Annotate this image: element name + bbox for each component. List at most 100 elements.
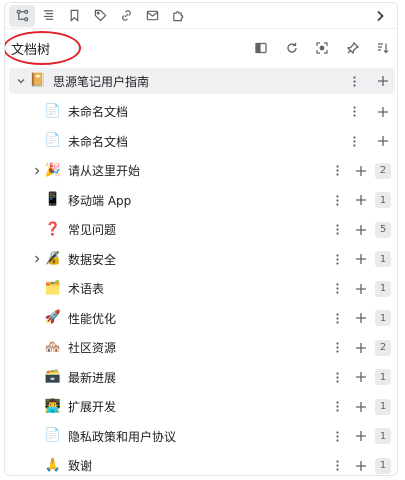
doc-row[interactable]: 🏘️ 社区资源 2 [9, 333, 395, 363]
tab-backlink[interactable] [113, 5, 139, 27]
chevron-down-icon [17, 79, 25, 84]
chevron-right-icon [35, 167, 40, 175]
tab-outline[interactable] [9, 4, 35, 27]
doc-row[interactable]: 🗂️ 术语表 1 [9, 274, 395, 304]
add-doc-button[interactable] [354, 282, 368, 296]
add-doc-button[interactable] [354, 400, 368, 414]
more-button[interactable] [332, 222, 342, 238]
doc-icon: 🗃️ [44, 369, 62, 385]
file-tree-panel: 文档树 📔 思源笔记用户指南 📄 未命名文档 📄 未命名文档 🎉 请从这里开始 … [4, 2, 398, 476]
refresh-button[interactable] [285, 41, 299, 55]
more-vertical-icon [335, 431, 339, 442]
add-doc-button[interactable] [354, 252, 368, 266]
more-vertical-icon [335, 401, 339, 412]
chevron-right-icon [377, 10, 384, 22]
doc-row[interactable]: 🚀 性能优化 1 [9, 304, 395, 334]
doc-icon: 📱 [44, 192, 62, 208]
tab-plugin[interactable] [165, 5, 191, 27]
doc-row[interactable]: 🔏 数据安全 1 [9, 245, 395, 275]
add-doc-button[interactable] [354, 429, 368, 443]
add-doc-button[interactable] [354, 164, 368, 178]
focus-icon [316, 42, 328, 54]
doc-row[interactable]: 📱 移动端 App 1 [9, 186, 395, 216]
plus-icon [356, 195, 366, 206]
more-button[interactable] [332, 163, 342, 179]
more-vertical-icon [335, 254, 339, 265]
plus-icon [356, 313, 366, 324]
pin-button[interactable] [346, 41, 360, 55]
more-button[interactable] [332, 310, 342, 326]
doc-row[interactable]: 🙏 致谢 1 [9, 451, 395, 475]
document-tree: 📔 思源笔记用户指南 📄 未命名文档 📄 未命名文档 🎉 请从这里开始 2 📱 … [9, 68, 395, 475]
doc-row[interactable]: ❓ 常见问题 5 [9, 215, 395, 245]
tab-tag[interactable] [87, 5, 113, 27]
more-button[interactable] [349, 133, 359, 149]
focus-button[interactable] [315, 41, 329, 55]
doc-row[interactable]: 📄 未命名文档 [9, 127, 395, 157]
more-vertical-icon [335, 224, 339, 235]
more-button[interactable] [332, 281, 342, 297]
add-doc-button[interactable] [354, 193, 368, 207]
more-button[interactable] [349, 73, 359, 89]
more-button[interactable] [332, 340, 342, 356]
child-count-badge: 1 [375, 428, 391, 445]
doc-label: 常见问题 [68, 223, 117, 238]
add-doc-button[interactable] [354, 223, 368, 237]
sort-button[interactable] [376, 41, 390, 55]
add-doc-button[interactable] [354, 311, 368, 325]
notebook-row[interactable]: 📔 思源笔记用户指南 [9, 68, 395, 94]
more-vertical-icon [335, 283, 339, 294]
expand-toggle[interactable] [32, 166, 42, 176]
doc-label: 性能优化 [68, 311, 117, 326]
doc-icon: 📄 [44, 103, 62, 119]
plus-icon [356, 372, 366, 383]
add-doc-button[interactable] [354, 370, 368, 384]
child-count-badge: 5 [375, 221, 391, 238]
doc-icon: 🏘️ [44, 339, 62, 355]
notebook-label: 思源笔记用户指南 [53, 74, 150, 89]
doc-label: 术语表 [68, 282, 105, 297]
doc-row[interactable]: 📄 未命名文档 [9, 97, 395, 127]
doc-label: 数据安全 [68, 252, 117, 267]
more-vertical-icon [335, 372, 339, 383]
plus-icon [378, 106, 388, 117]
doc-row[interactable]: 🎉 请从这里开始 2 [9, 156, 395, 186]
highlight-annotation [5, 31, 81, 65]
add-doc-button[interactable] [376, 134, 390, 148]
doc-label: 隐私政策和用户协议 [68, 429, 177, 444]
mail-icon [146, 10, 158, 21]
more-button[interactable] [332, 428, 342, 444]
plus-icon [356, 224, 366, 235]
plus-icon [356, 401, 366, 412]
more-button[interactable] [349, 104, 359, 120]
child-count-badge: 1 [375, 192, 391, 209]
tag-icon [94, 9, 106, 22]
more-vertical-icon [352, 75, 356, 87]
collapse-panel-button[interactable] [254, 41, 268, 55]
add-doc-button[interactable] [376, 74, 390, 88]
tab-inbox[interactable] [139, 5, 165, 27]
doc-row[interactable]: 🗃️ 最新进展 1 [9, 363, 395, 393]
doc-label: 未命名文档 [68, 134, 129, 149]
tab-file-tree[interactable] [35, 5, 61, 27]
expand-toggle[interactable] [32, 254, 42, 264]
plus-icon [356, 283, 366, 294]
add-doc-button[interactable] [354, 459, 368, 473]
more-button[interactable] [332, 369, 342, 385]
more-button[interactable] [332, 192, 342, 208]
doc-row[interactable]: 👨‍💻 扩展开发 1 [9, 392, 395, 422]
tab-bookmark[interactable] [61, 5, 87, 27]
bookmark-icon [70, 9, 78, 22]
more-button[interactable] [332, 458, 342, 474]
expand-toggle[interactable] [16, 76, 26, 86]
plus-icon [378, 76, 388, 86]
add-doc-button[interactable] [376, 105, 390, 119]
more-tabs-button[interactable] [371, 7, 389, 25]
plus-icon [356, 165, 366, 176]
doc-icon: 🚀 [44, 310, 62, 326]
doc-icon: 🗂️ [44, 280, 62, 296]
add-doc-button[interactable] [354, 341, 368, 355]
more-button[interactable] [332, 399, 342, 415]
more-button[interactable] [332, 251, 342, 267]
doc-row[interactable]: 📄 隐私政策和用户协议 1 [9, 422, 395, 452]
